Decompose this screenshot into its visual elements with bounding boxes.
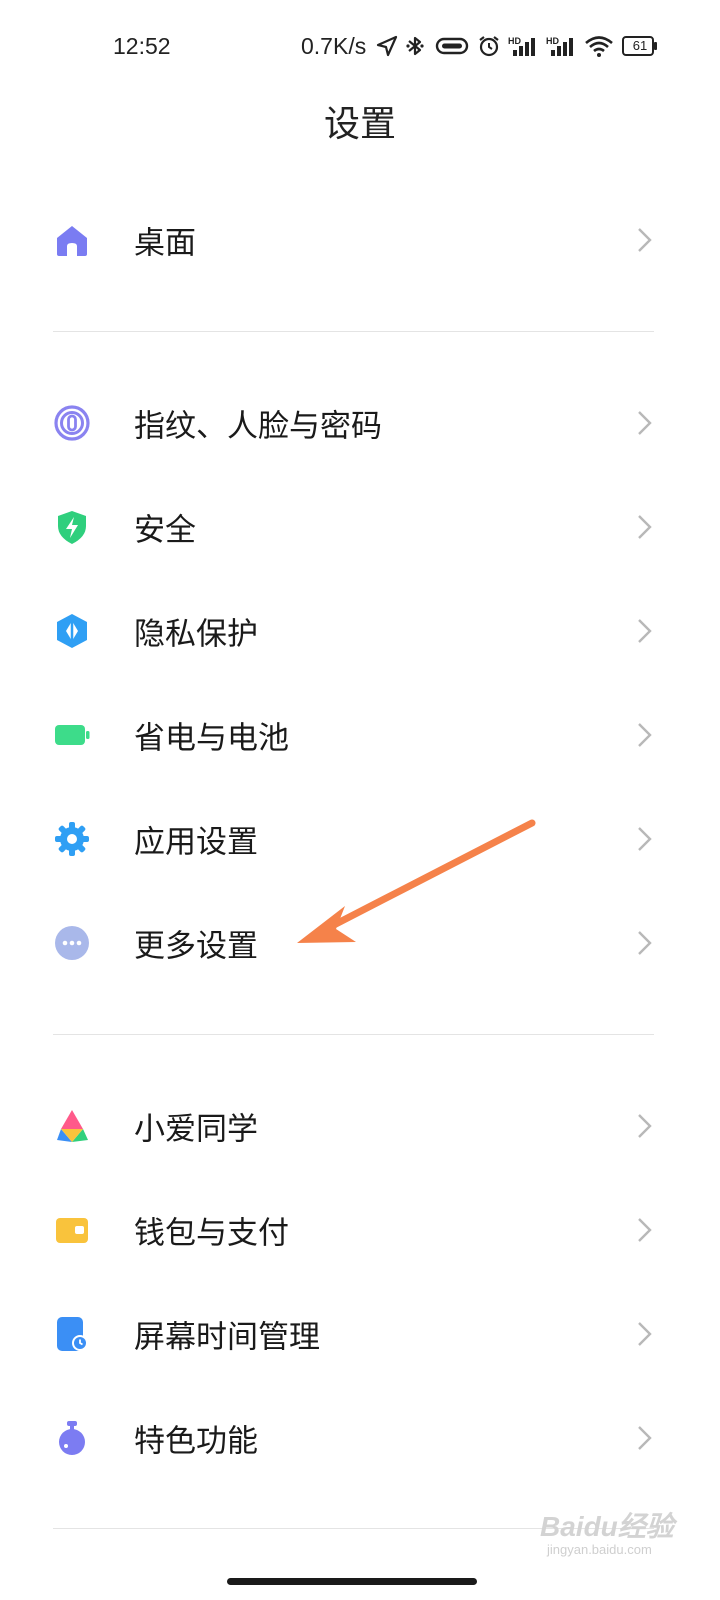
settings-item-label: 隐私保护 [134, 616, 258, 653]
settings-item-label: 省电与电池 [134, 720, 289, 757]
wifi-icon [585, 36, 613, 57]
settings-item-label: 特色功能 [134, 1423, 258, 1460]
settings-item-more-settings[interactable]: 更多设置 [0, 893, 720, 993]
chevron-right-icon [638, 931, 652, 955]
app-settings-gear-icon [55, 822, 89, 856]
status-time: 12:52 [113, 33, 171, 59]
settings-item-xiaoai[interactable]: 小爱同学 [0, 1076, 720, 1176]
settings-item-label: 小爱同学 [134, 1111, 258, 1148]
xiaoai-icon [57, 1110, 88, 1142]
more-dots-icon [55, 926, 89, 960]
settings-item-label: 桌面 [134, 225, 196, 262]
settings-item-label: 指纹、人脸与密码 [134, 408, 382, 445]
chevron-right-icon [638, 228, 652, 252]
settings-item-label: 应用设置 [134, 824, 258, 861]
home-indicator[interactable] [227, 1578, 477, 1585]
watermark-logo: Baidu经验 [540, 1511, 674, 1542]
settings-item-security[interactable]: 安全 [0, 477, 720, 577]
settings-item-screen-time[interactable]: 屏幕时间管理 [0, 1284, 720, 1384]
chevron-right-icon [638, 1426, 652, 1450]
bluetooth-icon [406, 36, 424, 56]
settings-item-fingerprint-face-password[interactable]: 指纹、人脸与密码 [0, 373, 720, 473]
settings-item-privacy[interactable]: 隐私保护 [0, 581, 720, 681]
section-divider [53, 1034, 654, 1035]
signal-icon [513, 38, 535, 56]
chevron-right-icon [638, 619, 652, 643]
chevron-right-icon [638, 827, 652, 851]
security-shield-icon [58, 511, 86, 544]
special-features-icon [59, 1421, 85, 1455]
watermark-url: jingyan.baidu.com [547, 1542, 652, 1557]
settings-item-label: 钱包与支付 [134, 1215, 289, 1252]
alarm-icon [479, 36, 499, 57]
chevron-right-icon [638, 515, 652, 539]
network-speed: 0.7K/s [301, 33, 367, 59]
chevron-right-icon [638, 1322, 652, 1346]
privacy-icon [57, 614, 87, 648]
chevron-right-icon [638, 1114, 652, 1138]
battery-saver-icon [55, 725, 90, 745]
location-icon [376, 35, 398, 57]
page-title: 设置 [323, 104, 396, 145]
settings-item-app-settings[interactable]: 应用设置 [0, 789, 720, 889]
settings-item-label: 更多设置 [134, 928, 258, 965]
capsule-icon [435, 37, 469, 55]
settings-item-battery[interactable]: 省电与电池 [0, 685, 720, 785]
wallet-icon [56, 1218, 88, 1243]
section-divider [53, 331, 654, 332]
fingerprint-icon [54, 405, 90, 441]
chevron-right-icon [638, 1218, 652, 1242]
settings-item-wallet-payment[interactable]: 钱包与支付 [0, 1180, 720, 1280]
settings-item-desktop[interactable]: 桌面 [0, 190, 720, 290]
screen-time-icon [57, 1317, 88, 1351]
battery-level: 61 [632, 38, 648, 53]
status-bar: 12:52 0.7K/s HD HD 61 [0, 0, 720, 95]
home-icon [57, 226, 87, 256]
settings-item-special-features[interactable]: 特色功能 [0, 1388, 720, 1488]
settings-item-label: 安全 [134, 512, 196, 549]
chevron-right-icon [638, 723, 652, 747]
chevron-right-icon [638, 411, 652, 435]
settings-item-label: 屏幕时间管理 [134, 1319, 320, 1356]
signal-icon [551, 38, 573, 56]
